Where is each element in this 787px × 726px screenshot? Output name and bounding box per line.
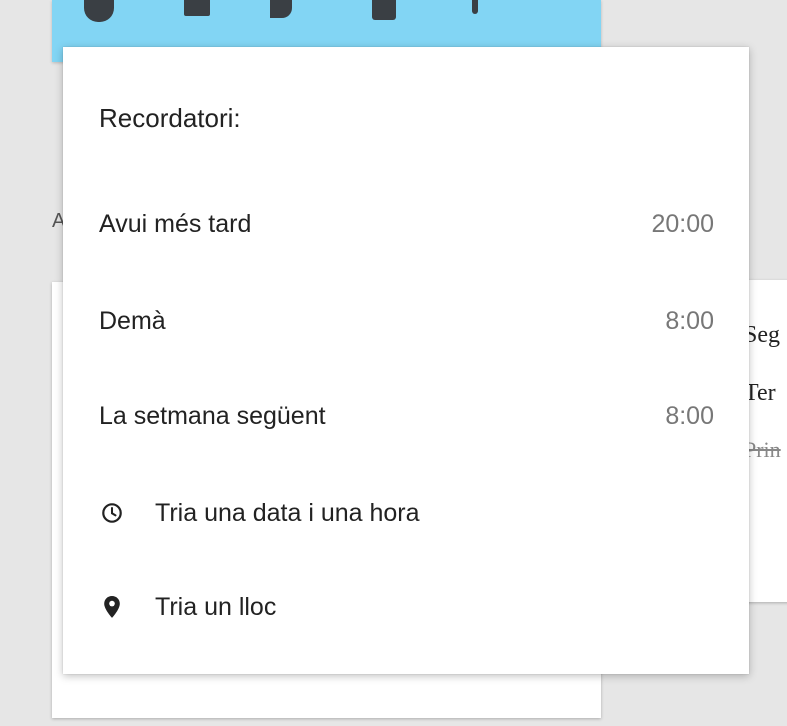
menu-item-time: 20:00 xyxy=(651,209,714,238)
menu-item-tomorrow[interactable]: Demà 8:00 xyxy=(63,289,749,353)
menu-item-time: 8:00 xyxy=(665,306,714,335)
menu-item-label: La setmana següent xyxy=(99,401,326,430)
location-pin-icon xyxy=(99,594,125,620)
menu-item-later-today[interactable]: Avui més tard 20:00 xyxy=(63,192,749,256)
menu-item-label: Avui més tard xyxy=(99,209,252,238)
menu-item-time: 8:00 xyxy=(665,401,714,430)
reminder-bell-icon[interactable] xyxy=(270,0,292,18)
image-icon[interactable] xyxy=(184,0,210,16)
menu-item-label: Demà xyxy=(99,306,166,335)
archive-icon[interactable] xyxy=(372,0,396,20)
menu-item-label: Tria un lloc xyxy=(155,592,277,621)
more-options-icon[interactable] xyxy=(472,0,478,14)
menu-item-next-week[interactable]: La setmana següent 8:00 xyxy=(63,384,749,448)
note-line-checked: Prin xyxy=(744,437,781,462)
reminder-menu: Recordatori: Avui més tard 20:00 Demà 8:… xyxy=(63,47,749,674)
menu-item-pick-date-time[interactable]: Tria una data i una hora xyxy=(63,481,749,545)
menu-title: Recordatori: xyxy=(99,103,241,133)
clock-icon xyxy=(99,500,125,526)
menu-item-label: Tria una data i una hora xyxy=(155,498,420,527)
note-line: Seg xyxy=(744,322,780,348)
menu-item-pick-place[interactable]: Tria un lloc xyxy=(63,575,749,639)
